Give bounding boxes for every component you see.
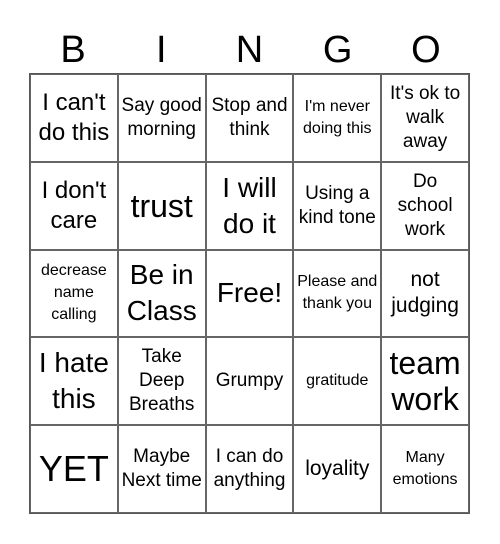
bingo-cell[interactable]: Be in Class xyxy=(117,249,206,338)
bingo-cell-text: trust xyxy=(130,187,193,224)
bingo-cell-text: I hate this xyxy=(38,347,109,415)
bingo-grid: I can't do this Say good morning Stop and … xyxy=(29,73,470,514)
bingo-cell-text: I don't care xyxy=(41,176,107,234)
bingo-cell[interactable]: trust xyxy=(117,161,206,250)
header-letter-g: G xyxy=(322,29,353,71)
bingo-cell-text: YET xyxy=(38,448,109,490)
bingo-cell[interactable]: I can do anything xyxy=(205,425,294,513)
bingo-cell[interactable]: Using a kind tone xyxy=(293,161,382,250)
bingo-cell[interactable]: Grumpy xyxy=(205,337,294,426)
bingo-cell[interactable]: Many emotions xyxy=(381,425,469,513)
bingo-cell-text: decrease name calling xyxy=(40,262,107,324)
bingo-cell[interactable]: Free! xyxy=(205,249,294,338)
bingo-cell[interactable]: not judging xyxy=(381,249,469,338)
header-letter-i: I xyxy=(156,29,167,71)
bingo-cell-text: It's ok to walk away xyxy=(390,82,461,152)
bingo-cell-text: not judging xyxy=(391,268,459,318)
bingo-cell[interactable]: I hate this xyxy=(30,337,118,426)
bingo-cell-text: Many emotions xyxy=(392,449,458,489)
bingo-cell-text: loyality xyxy=(305,457,370,481)
bingo-cell-text: Using a kind tone xyxy=(298,182,376,228)
bingo-cell-text: Say good morning xyxy=(121,94,202,140)
bingo-cell-text: Free! xyxy=(216,277,283,309)
bingo-cell[interactable]: gratitude xyxy=(293,337,382,426)
bingo-cell[interactable]: Take Deep Breaths xyxy=(117,337,206,426)
bingo-cell[interactable]: I don't care xyxy=(30,161,118,250)
bingo-cell-text: I'm never doing this xyxy=(303,97,372,137)
bingo-cell-text: Maybe Next time xyxy=(121,446,202,492)
bingo-cell[interactable]: loyality xyxy=(293,425,382,513)
bingo-cell[interactable]: I can't do this xyxy=(30,74,118,162)
bingo-cell-text: Do school work xyxy=(397,170,453,240)
bingo-cell[interactable]: Do school work xyxy=(381,161,469,250)
header-letter-o: O xyxy=(411,29,441,71)
bingo-cell-text: gratitude xyxy=(306,372,369,390)
header-letter-b: B xyxy=(60,29,86,71)
bingo-cell[interactable]: Say good morning xyxy=(117,74,206,162)
bingo-cell-text: Be in Class xyxy=(126,259,197,327)
bingo-cell[interactable]: Please and thank you xyxy=(293,249,382,338)
bingo-cell-text: I can do anything xyxy=(213,446,286,492)
bingo-cell-text: Stop and think xyxy=(211,94,288,140)
bingo-cell[interactable]: decrease name calling xyxy=(30,249,118,338)
bingo-cell[interactable]: YET xyxy=(30,425,118,513)
bingo-cell[interactable]: I will do it xyxy=(205,161,294,250)
bingo-cell-text: Take Deep Breaths xyxy=(128,346,195,416)
bingo-cell[interactable]: It's ok to walk away xyxy=(381,74,469,162)
bingo-cell-text: Please and thank you xyxy=(297,273,378,313)
bingo-cell-text: I will do it xyxy=(222,171,277,239)
bingo-cell-text: Grumpy xyxy=(215,370,284,392)
bingo-cell[interactable]: Stop and think xyxy=(205,74,294,162)
bingo-header: B I N G O xyxy=(29,28,470,73)
bingo-cell[interactable]: I'm never doing this xyxy=(293,74,382,162)
header-letter-n: N xyxy=(235,29,264,71)
bingo-cell-text: I can't do this xyxy=(38,88,110,146)
bingo-cell[interactable]: team work xyxy=(381,337,469,426)
bingo-cell[interactable]: Maybe Next time xyxy=(117,425,206,513)
bingo-cell-text: team work xyxy=(389,345,461,418)
